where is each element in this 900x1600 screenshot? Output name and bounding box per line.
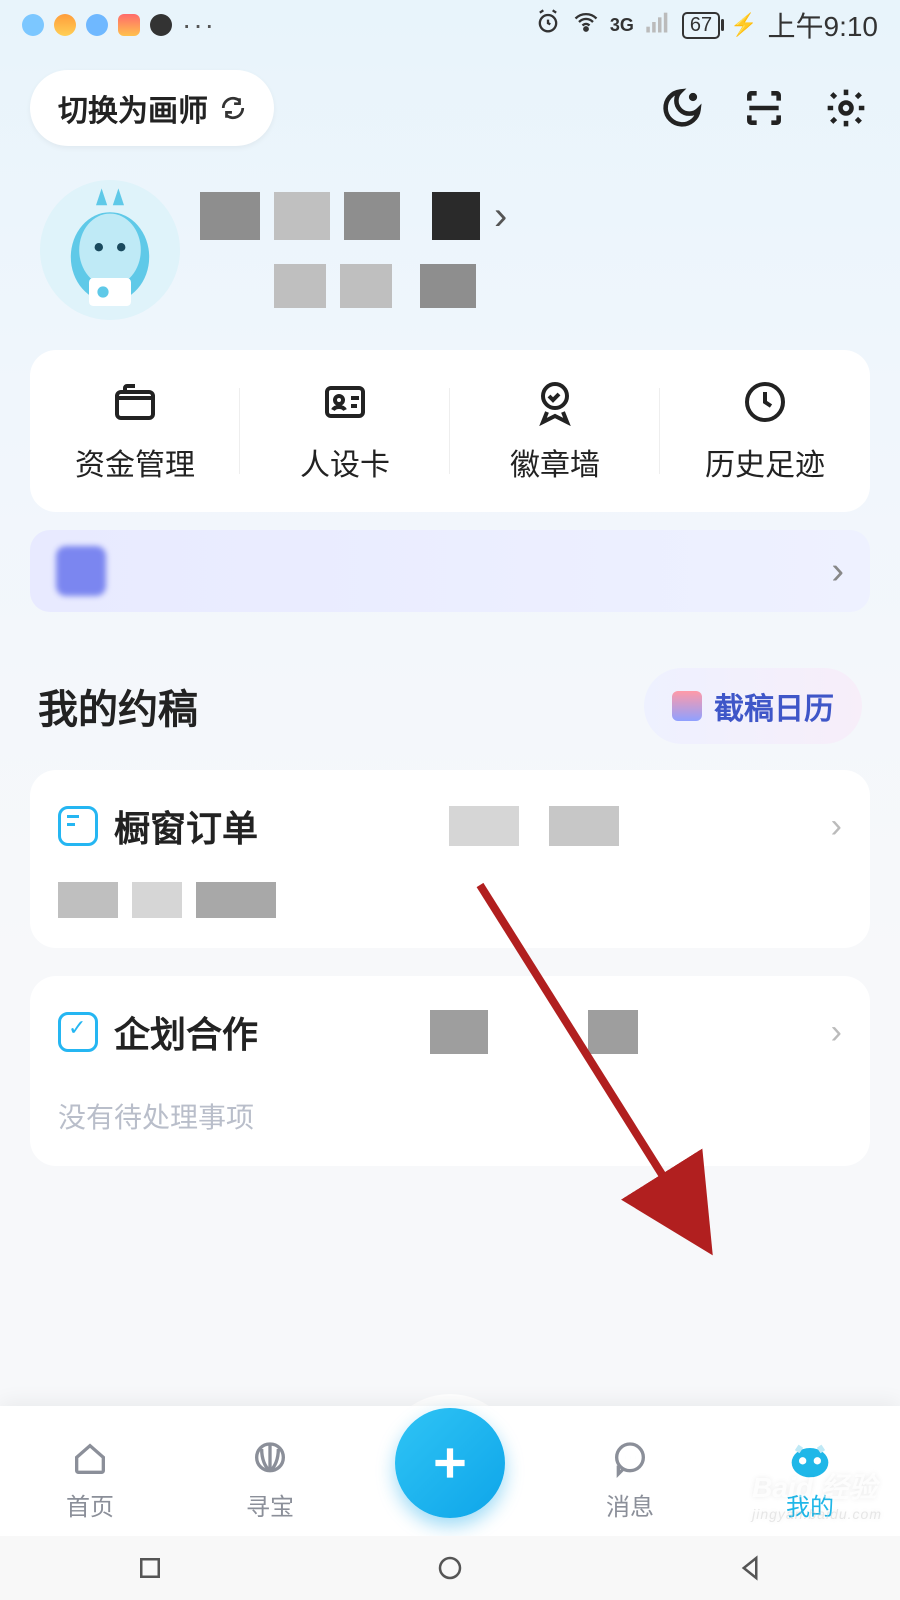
section-title: 我的约稿	[38, 677, 198, 735]
quick-badge[interactable]: 徽章墙	[450, 378, 660, 484]
home-icon	[68, 1437, 112, 1481]
banner-icon	[56, 546, 106, 596]
scan-icon	[742, 86, 786, 130]
settings-button[interactable]	[822, 84, 870, 132]
nav-treasure[interactable]: 寻宝	[180, 1437, 360, 1522]
chat-icon	[608, 1437, 652, 1481]
promo-banner[interactable]: ›	[30, 530, 870, 612]
profile-header[interactable]: ›	[0, 156, 900, 350]
nav-label: 寻宝	[246, 1487, 294, 1522]
night-mode-button[interactable]	[658, 84, 706, 132]
empty-state-text: 没有待处理事项	[58, 1096, 842, 1136]
switch-artist-button[interactable]: 切换为画师	[30, 70, 274, 146]
project-icon	[58, 1012, 98, 1052]
username-row[interactable]: ›	[200, 192, 860, 240]
nav-messages[interactable]: 消息	[540, 1437, 720, 1522]
clock-icon	[741, 378, 789, 426]
nav-home[interactable]: 首页	[0, 1437, 180, 1522]
watermark: Baid 经验 jingyan.baidu.com	[752, 1466, 882, 1522]
chevron-right-icon: ›	[494, 194, 507, 239]
user-stats-row	[200, 264, 860, 308]
status-tray-icons: ···	[22, 9, 216, 41]
fab-create-button[interactable]	[395, 1408, 505, 1518]
battery-indicator: 67	[682, 12, 720, 39]
deadline-calendar-button[interactable]: 截稿日历	[644, 668, 862, 744]
avatar[interactable]	[40, 180, 180, 320]
sys-back-button[interactable]	[735, 1553, 765, 1583]
network-label: 3G	[610, 15, 634, 36]
moon-icon	[660, 86, 704, 130]
wifi-icon	[572, 8, 600, 43]
window-order-icon	[58, 806, 98, 846]
chevron-right-icon: ›	[831, 807, 842, 846]
badge-icon	[531, 378, 579, 426]
nav-label: 消息	[606, 1487, 654, 1522]
shell-icon	[248, 1437, 292, 1481]
sys-recent-button[interactable]	[135, 1553, 165, 1583]
system-nav-bar	[0, 1536, 900, 1600]
quick-label: 资金管理	[75, 440, 195, 484]
clock: 上午9:10	[768, 5, 879, 45]
card-title: 企划合作	[114, 1006, 258, 1058]
scan-button[interactable]	[740, 84, 788, 132]
chevron-right-icon: ›	[831, 550, 844, 593]
sys-home-button[interactable]	[435, 1553, 465, 1583]
window-orders-card[interactable]: 橱窗订单 ›	[30, 770, 870, 948]
refresh-icon	[220, 95, 246, 121]
card-title: 橱窗订单	[114, 800, 258, 852]
quick-label: 徽章墙	[510, 440, 600, 484]
signal-icon	[644, 8, 672, 43]
project-collab-card[interactable]: 企划合作 › 没有待处理事项	[30, 976, 870, 1166]
quick-idcard[interactable]: 人设卡	[240, 378, 450, 484]
gear-icon	[824, 86, 868, 130]
chevron-right-icon: ›	[831, 1013, 842, 1052]
quick-wallet[interactable]: 资金管理	[30, 378, 240, 484]
nav-label: 首页	[66, 1487, 114, 1522]
quick-label: 人设卡	[300, 440, 390, 484]
wallet-icon	[111, 378, 159, 426]
id-card-icon	[321, 378, 369, 426]
quick-actions-card: 资金管理 人设卡 徽章墙 历史足迹	[30, 350, 870, 512]
calendar-icon	[672, 691, 702, 721]
switch-artist-label: 切换为画师	[58, 86, 208, 130]
calendar-label: 截稿日历	[714, 684, 834, 728]
censored-content	[58, 882, 842, 918]
status-bar: ··· 3G 67 ⚡ 上午9:10	[0, 0, 900, 50]
quick-label: 历史足迹	[705, 440, 825, 484]
quick-history[interactable]: 历史足迹	[660, 378, 870, 484]
plus-icon	[425, 1438, 475, 1488]
alarm-icon	[534, 8, 562, 43]
